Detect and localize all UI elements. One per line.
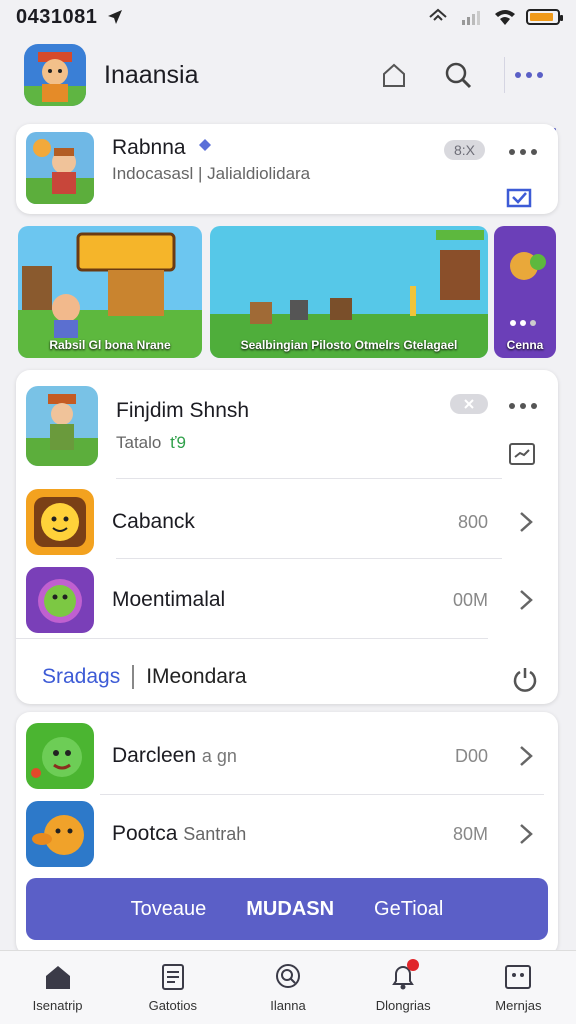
search-button[interactable]: [440, 57, 476, 93]
tab-imeondara[interactable]: IMeondara: [134, 665, 246, 689]
nav-item-notifications[interactable]: Dlongrias: [346, 951, 461, 1024]
chevron-right-icon[interactable]: [518, 822, 534, 846]
cta-right-label: GeTioal: [374, 897, 444, 920]
list-header-sub: Tatalo: [116, 433, 162, 452]
game-list-card-2: Darcleen a gn D00 Pootca Santrah 80M Tov…: [16, 712, 558, 956]
divider: [116, 558, 502, 559]
list-item-label: Darcleen a gn: [112, 744, 237, 768]
document-icon: [161, 964, 184, 990]
list-header-pill[interactable]: [450, 394, 488, 414]
close-icon: [464, 399, 474, 409]
featured-thumbnail: [26, 132, 94, 204]
nav-label: Isenatrip: [32, 998, 83, 1013]
home-button[interactable]: [376, 57, 412, 93]
banner-2[interactable]: Sealbingian Pilosto Otmelrs Gtelagael: [210, 226, 488, 358]
nav-item-search[interactable]: Ilanna: [230, 951, 345, 1024]
status-bar: 0431081: [0, 0, 576, 34]
list-header-badge: ť9: [170, 433, 186, 452]
featured-more-icon[interactable]: [508, 148, 538, 156]
more-dots-icon: [514, 72, 543, 78]
location-arrow-icon: [108, 10, 123, 24]
cell-signal-icon: [462, 11, 480, 25]
banner-1[interactable]: Rabsil Gl bona Nrane: [18, 226, 202, 358]
list-item[interactable]: Moentimalal 00M: [16, 564, 558, 636]
bottom-navigation: Isenatrip Gatotios Ilanna Dlongrias Mern…: [0, 950, 576, 1024]
cabanck-icon: [26, 489, 94, 555]
notification-badge: [406, 959, 419, 971]
app-title: Inaansia: [104, 60, 199, 89]
search-icon: [276, 964, 300, 988]
home-outline-icon: [383, 63, 405, 87]
banner-2-caption: Sealbingian Pilosto Otmelrs Gtelagael: [240, 338, 458, 352]
power-icon[interactable]: [512, 666, 538, 692]
featured-pill: 8:X: [444, 140, 486, 160]
divider: [100, 794, 544, 795]
list-item[interactable]: Cabanck 800: [16, 486, 558, 558]
nav-item-profile[interactable]: Mernjas: [461, 951, 576, 1024]
action-banner-button[interactable]: Toveaue MUDASN GeTioal: [26, 878, 548, 940]
profile-icon: [505, 965, 532, 989]
carousel-dots-icon: [510, 320, 536, 326]
list-header-name: Finjdim Shnsh: [116, 399, 250, 422]
list-item-title: Darcleen: [112, 744, 197, 767]
list-item-label: Cabanck: [112, 510, 195, 533]
list-item-title: Pootca: [112, 822, 178, 845]
segment-tabs: Sradags IMeondara: [16, 650, 558, 704]
nav-label: Ilanna: [270, 998, 306, 1013]
moentimalal-icon: [26, 567, 94, 633]
search-icon: [445, 62, 472, 89]
list-header-icon: [26, 386, 98, 466]
banner-3-caption: Cenna: [506, 338, 544, 352]
banner-3[interactable]: Cenna: [494, 226, 556, 358]
divider: [16, 638, 488, 639]
featured-card[interactable]: Rabnna Indocasasl | Jalialdiolidara 8:X: [16, 124, 558, 214]
chevron-right-icon[interactable]: [518, 744, 534, 768]
list-item-size: 80M: [452, 823, 488, 844]
app-header: Inaansia: [0, 36, 576, 131]
divider: [116, 478, 502, 479]
nav-label: Gatotios: [148, 998, 198, 1013]
nav-label: Mernjas: [495, 998, 542, 1013]
cta-left-label: Toveaue: [130, 897, 207, 920]
home-icon: [45, 966, 70, 989]
list-item-extra: Santrah: [183, 824, 247, 844]
featured-name: Rabnna: [112, 136, 186, 159]
chevron-right-icon[interactable]: [518, 510, 534, 534]
list-item[interactable]: Pootca Santrah 80M: [16, 798, 558, 870]
nav-item-home[interactable]: Isenatrip: [0, 951, 115, 1024]
list-header-row[interactable]: Finjdim Shnsh Tatalo ť9: [16, 384, 558, 468]
game-list-card: Finjdim Shnsh Tatalo ť9 Cabanck 800 Moen…: [16, 370, 558, 704]
banner-1-caption: Rabsil Gl bona Nrane: [49, 338, 171, 352]
featured-subtitle: Indocasasl | Jalialdiolidara: [112, 164, 311, 183]
chevron-right-icon[interactable]: [518, 588, 534, 612]
list-item-size: 00M: [452, 589, 488, 610]
more-button[interactable]: [504, 57, 556, 131]
list-header-more-icon[interactable]: [508, 402, 538, 410]
list-item-size: 800: [457, 511, 488, 532]
banner-carousel[interactable]: Rabsil Gl bona Nrane Sealbingian Pilosto…: [18, 226, 558, 358]
chart-box-icon[interactable]: [508, 442, 536, 466]
tab-sradags[interactable]: Sradags: [42, 665, 135, 689]
nav-item-documents[interactable]: Gatotios: [115, 951, 230, 1024]
wifi-icon: [495, 10, 515, 25]
list-item-label: Pootca Santrah: [112, 822, 246, 846]
status-time: 0431081: [16, 5, 98, 28]
list-item-size: D00: [454, 745, 488, 766]
signal-alt-icon: [429, 8, 447, 21]
darcleen-icon: [26, 723, 94, 789]
list-item-extra: a gn: [201, 746, 237, 766]
check-flag-icon[interactable]: [506, 188, 532, 210]
list-item[interactable]: Darcleen a gn D00: [16, 718, 558, 794]
cta-mid-label: MUDASN: [246, 897, 335, 920]
verified-icon: [199, 139, 211, 151]
battery-icon: [526, 9, 563, 25]
list-item-label: Moentimalal: [112, 588, 226, 611]
app-logo: [24, 44, 86, 106]
pootca-icon: [26, 801, 94, 867]
nav-label: Dlongrias: [375, 998, 431, 1013]
